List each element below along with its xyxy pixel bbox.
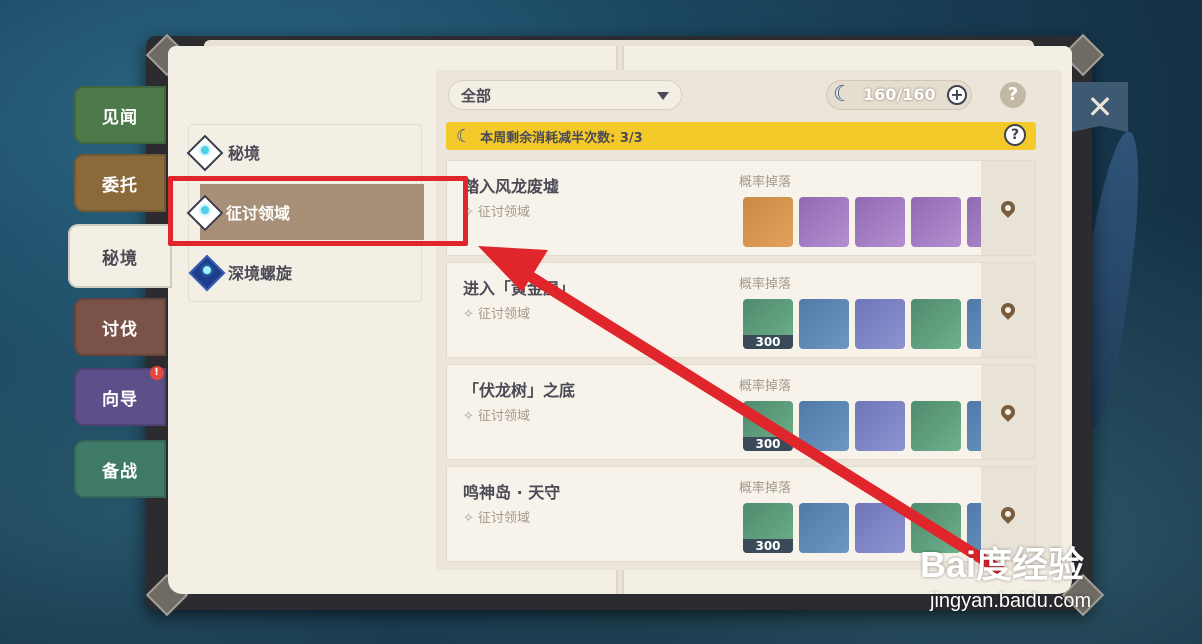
- watermark-site: jingyan.baidu.com: [930, 590, 1092, 612]
- watermark-brand: Bai度经验: [920, 544, 1085, 585]
- watermark: Bai度经验 jingyan.baidu.com: [920, 536, 1091, 612]
- annotation-arrow-shaft: [514, 264, 1006, 576]
